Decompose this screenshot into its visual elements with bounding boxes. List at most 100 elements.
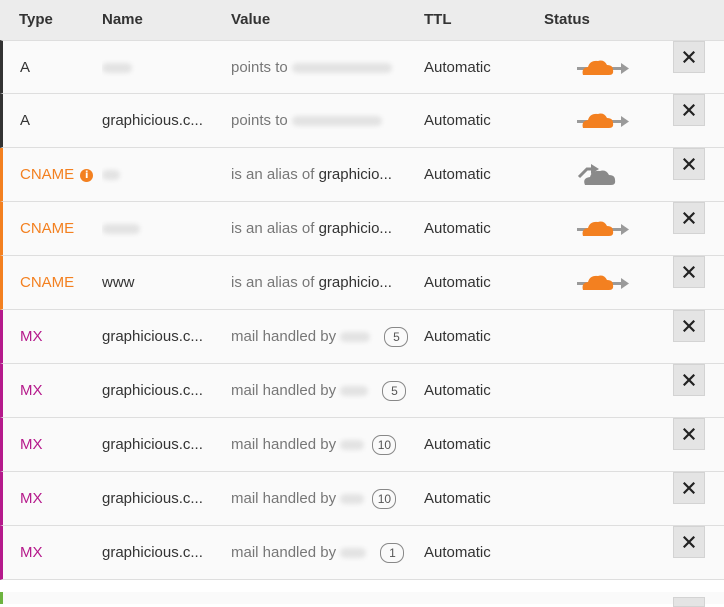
close-icon (683, 374, 695, 386)
record-name[interactable]: www (102, 256, 222, 310)
value-prefix: mail handled by (231, 382, 337, 399)
record-value[interactable]: is an alias of graphicio... (231, 148, 411, 202)
delete-record-button[interactable] (673, 472, 705, 504)
orange-cloud-icon[interactable] (563, 202, 629, 256)
column-header-status[interactable]: Status (544, 11, 590, 28)
close-icon (683, 212, 695, 224)
redacted-value (340, 494, 365, 505)
value-prefix: mail handled by (231, 328, 337, 345)
delete-record-button[interactable] (673, 364, 705, 396)
redacted-name (102, 170, 120, 181)
record-type-label: A (20, 59, 31, 76)
record-ttl[interactable]: Automatic (424, 472, 491, 526)
record-type[interactable]: CNAME i (20, 148, 94, 202)
table-row[interactable]: MX graphicious.c... mail handled by 5 Autom… (0, 364, 724, 418)
record-ttl[interactable]: Automatic (424, 94, 491, 148)
redacted-name (102, 63, 132, 74)
delete-cell (673, 418, 705, 472)
record-ttl[interactable]: Automatic (424, 526, 491, 580)
record-ttl[interactable]: Automatic (424, 418, 491, 472)
record-value[interactable]: points to (231, 94, 411, 148)
record-type-label: MX (20, 490, 43, 507)
close-icon (683, 536, 695, 548)
record-ttl[interactable]: Automatic (424, 364, 491, 418)
record-value[interactable]: points to (231, 41, 411, 95)
orange-cloud-icon[interactable] (563, 94, 629, 148)
orange-cloud-icon[interactable] (563, 41, 629, 95)
delete-record-button[interactable] (673, 310, 705, 342)
delete-record-button[interactable] (673, 256, 705, 288)
record-type[interactable]: A (20, 41, 30, 95)
table-header: Type Name Value TTL Status (0, 0, 724, 40)
delete-record-button[interactable] (673, 41, 705, 73)
table-row[interactable]: Agraphicious.c... points to Automatic (0, 94, 724, 148)
record-type[interactable]: MX (20, 310, 43, 364)
record-ttl[interactable]: Automatic (424, 202, 491, 256)
record-name[interactable]: graphicious.c... (102, 310, 222, 364)
redacted-name (102, 224, 140, 235)
delete-cell (673, 526, 705, 580)
record-type[interactable]: MX (20, 472, 43, 526)
record-type[interactable]: CNAME (20, 202, 74, 256)
record-ttl[interactable]: Automatic (424, 148, 491, 202)
record-ttl[interactable]: Automatic (424, 41, 491, 95)
record-type[interactable]: MX (20, 526, 43, 580)
delete-record-button[interactable] (673, 94, 705, 126)
record-type[interactable]: CNAME (20, 256, 74, 310)
delete-record-button[interactable] (673, 418, 705, 450)
table-row[interactable]: Apoints to Automatic (0, 40, 724, 94)
record-type-label: A (20, 112, 31, 129)
record-value[interactable]: mail handled by 1 (231, 526, 411, 580)
record-name[interactable] (102, 202, 222, 256)
column-header-ttl[interactable]: TTL (424, 11, 452, 28)
table-row[interactable]: CNAME www is an alias of graphicio... Autom… (0, 256, 724, 310)
table-row[interactable]: MX graphicious.c... mail handled by 10 Auto… (0, 472, 724, 526)
record-name[interactable]: graphicious.c... (102, 526, 222, 580)
grey-cloud-icon[interactable] (563, 148, 629, 202)
record-value[interactable]: mail handled by 10 (231, 472, 411, 526)
record-name[interactable]: graphicious.c... (102, 472, 222, 526)
table-row[interactable]: MX graphicious.c... mail handled by 5 Autom… (0, 310, 724, 364)
record-type[interactable]: MX (20, 364, 43, 418)
record-value[interactable]: is an alias of graphicio... (231, 256, 411, 310)
record-name[interactable] (102, 41, 222, 95)
redacted-value (291, 116, 382, 127)
record-name[interactable]: graphicious.c... (102, 364, 222, 418)
mx-priority-badge: 5 (382, 381, 407, 402)
table-row[interactable]: MX graphicious.c... mail handled by 10 Auto… (0, 418, 724, 472)
record-type-label: MX (20, 544, 43, 561)
redacted-value (340, 386, 369, 397)
delete-cell (673, 472, 705, 526)
close-icon (683, 266, 695, 278)
value-prefix: mail handled by (231, 436, 337, 453)
delete-record-button[interactable] (673, 148, 705, 180)
record-name[interactable] (102, 148, 222, 202)
record-type[interactable]: A (20, 94, 30, 148)
column-header-value[interactable]: Value (231, 11, 270, 28)
delete-cell (673, 364, 705, 418)
table-row[interactable]: CNAME is an alias of graphicio... Automati… (0, 202, 724, 256)
record-name[interactable]: graphicious.c... (102, 94, 222, 148)
table-row[interactable]: MX graphicious.c... mail handled by 1 Autom… (0, 526, 724, 580)
record-value[interactable]: mail handled by 5 (231, 364, 411, 418)
orange-cloud-icon[interactable] (563, 256, 629, 310)
value-target: graphicio... (318, 166, 392, 183)
column-header-name[interactable]: Name (102, 11, 143, 28)
delete-record-button[interactable] (673, 526, 705, 558)
redacted-value (291, 63, 392, 74)
record-name[interactable]: graphicious.c... (102, 418, 222, 472)
info-icon[interactable]: i (80, 168, 94, 182)
close-icon (683, 158, 695, 170)
column-header-type[interactable]: Type (19, 11, 53, 28)
record-value[interactable]: mail handled by 5 (231, 310, 411, 364)
record-value[interactable]: mail handled by 10 (231, 418, 411, 472)
record-type-label: CNAME (20, 166, 75, 183)
record-value[interactable]: is an alias of graphicio... (231, 202, 411, 256)
record-ttl[interactable]: Automatic (424, 256, 491, 310)
delete-record-button[interactable] (673, 202, 705, 234)
record-type[interactable]: MX (20, 418, 43, 472)
record-ttl[interactable]: Automatic (424, 310, 491, 364)
delete-button-partial[interactable] (673, 597, 705, 607)
value-prefix: points to (231, 59, 288, 76)
table-row[interactable]: CNAME i is an alias of graphicio... Automat… (0, 148, 724, 202)
